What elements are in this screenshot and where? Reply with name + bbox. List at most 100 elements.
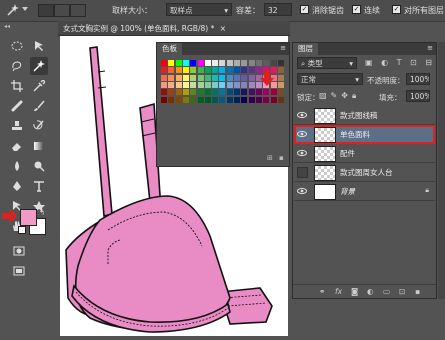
layer-row[interactable]: 款式图周女人台 (294, 163, 435, 182)
lasso-tool-icon[interactable] (8, 57, 26, 75)
magic-wand-preset-icon[interactable] (4, 1, 22, 19)
contiguous-checkbox[interactable]: ✓ (352, 5, 361, 14)
color-swatch[interactable] (277, 89, 284, 96)
foreground-color-swatch[interactable] (20, 209, 37, 226)
screen-mode-icon[interactable] (10, 262, 28, 280)
color-swatch[interactable] (175, 81, 182, 88)
eye-icon[interactable] (297, 129, 307, 139)
color-swatch[interactable] (175, 96, 182, 103)
color-swatch[interactable] (197, 60, 204, 66)
color-swatch[interactable] (204, 81, 211, 88)
color-swatch[interactable] (204, 89, 211, 96)
color-swatch[interactable] (241, 96, 248, 103)
color-swatch[interactable] (175, 60, 182, 66)
swatches-tab[interactable]: 色板 (157, 43, 182, 55)
delete-swatch-icon[interactable]: ▪ (279, 154, 284, 162)
color-swatch[interactable] (219, 96, 226, 103)
lock-icons[interactable]: ▨✎✥🔒︎ (319, 91, 360, 101)
color-swatch[interactable] (204, 67, 211, 74)
marquee-tool-icon[interactable] (8, 37, 26, 55)
color-swatch[interactable] (161, 67, 167, 74)
clone-stamp-tool-icon[interactable] (8, 117, 26, 135)
color-swatch[interactable] (255, 96, 262, 103)
mask-icon[interactable]: ◙ (351, 287, 358, 296)
color-swatch[interactable] (175, 89, 182, 96)
link-icon[interactable]: ⚭ (319, 287, 325, 296)
layer-row[interactable]: 款式图线稿 (294, 106, 435, 125)
new-selection-icon[interactable] (38, 4, 54, 17)
color-swatch[interactable] (161, 74, 167, 81)
color-swatch[interactable] (212, 89, 219, 96)
crop-tool-icon[interactable] (8, 77, 26, 95)
color-swatch[interactable] (277, 74, 284, 81)
color-swatch[interactable] (263, 60, 270, 66)
color-swatch[interactable] (248, 89, 255, 96)
color-swatch[interactable] (190, 60, 197, 66)
color-swatch[interactable] (277, 96, 284, 103)
gradient-tool-icon[interactable] (30, 137, 48, 155)
toolbox-collapse-icon[interactable]: ◂◂ (4, 23, 10, 30)
color-swatch[interactable] (204, 60, 211, 66)
new-swatch-icon[interactable]: ⊞ (267, 154, 273, 162)
color-swatch[interactable] (182, 89, 189, 96)
preset-dropdown-icon[interactable] (22, 7, 28, 11)
color-swatch[interactable] (234, 81, 240, 88)
color-swatch[interactable] (234, 67, 240, 74)
color-swatch[interactable] (190, 96, 197, 103)
color-swatch[interactable] (168, 60, 175, 66)
pen-tool-icon[interactable] (8, 177, 26, 195)
color-swatch[interactable] (226, 67, 233, 74)
sample-size-select[interactable]: 取样点 ▾ (166, 3, 232, 16)
layer-row[interactable]: 配件 (294, 144, 435, 163)
color-swatch[interactable] (168, 74, 175, 81)
color-swatch[interactable] (241, 60, 248, 66)
healing-brush-tool-icon[interactable] (8, 97, 26, 115)
color-swatch[interactable] (219, 60, 226, 66)
magic-wand-tool-icon[interactable] (30, 57, 48, 75)
color-swatch[interactable] (161, 89, 167, 96)
color-swatch[interactable] (197, 67, 204, 74)
color-swatch[interactable] (270, 60, 277, 66)
color-swatch[interactable] (241, 74, 248, 81)
tolerance-input[interactable]: 32 (264, 3, 292, 16)
color-swatch[interactable] (168, 67, 175, 74)
color-swatch[interactable] (248, 60, 255, 66)
panel-menu-icon[interactable]: ≡ (427, 44, 433, 52)
type-tool-icon[interactable] (30, 177, 48, 195)
close-icon[interactable]: × (220, 24, 226, 33)
color-swatch[interactable] (168, 89, 175, 96)
color-swatch[interactable] (197, 81, 204, 88)
eye-icon[interactable] (297, 110, 307, 120)
color-swatch[interactable] (234, 89, 240, 96)
move-tool-icon[interactable] (30, 37, 48, 55)
color-swatch[interactable] (234, 60, 240, 66)
group-icon[interactable]: ▭ (383, 287, 390, 296)
color-swatch[interactable] (161, 96, 167, 103)
color-swatch[interactable] (234, 74, 240, 81)
color-swatch[interactable] (226, 81, 233, 88)
document-tab[interactable]: 女式文胸实例 @ 100% (单色面料, RGB/8) * × (58, 21, 290, 36)
color-swatch[interactable] (270, 89, 277, 96)
color-swatch[interactable] (190, 74, 197, 81)
anti-alias-checkbox[interactable]: ✓ (300, 5, 309, 14)
color-swatch[interactable] (212, 81, 219, 88)
quick-mask-icon[interactable] (10, 242, 28, 260)
color-swatch[interactable] (226, 96, 233, 103)
color-swatch[interactable] (263, 96, 270, 103)
color-swatch[interactable] (197, 89, 204, 96)
swap-colors-icon[interactable]: ↰ (39, 209, 45, 217)
color-swatch[interactable] (277, 81, 284, 88)
color-swatch[interactable] (248, 74, 255, 81)
color-swatch[interactable] (219, 89, 226, 96)
layer-row[interactable]: 背景 🔒︎ (294, 182, 435, 201)
color-swatch[interactable] (219, 81, 226, 88)
color-swatch[interactable] (277, 60, 284, 66)
color-swatch[interactable] (212, 96, 219, 103)
fill-input[interactable]: 100% (406, 90, 430, 102)
layers-tab[interactable]: 图层 (293, 43, 318, 55)
dodge-tool-icon[interactable] (30, 157, 48, 175)
adjustment-icon[interactable]: ◐ (367, 287, 374, 296)
default-colors-icon[interactable] (18, 226, 26, 234)
layer-kind-filter[interactable]: ⌕ 类型 ▾ (297, 57, 357, 69)
panel-menu-icon[interactable]: ≡ (280, 44, 286, 52)
